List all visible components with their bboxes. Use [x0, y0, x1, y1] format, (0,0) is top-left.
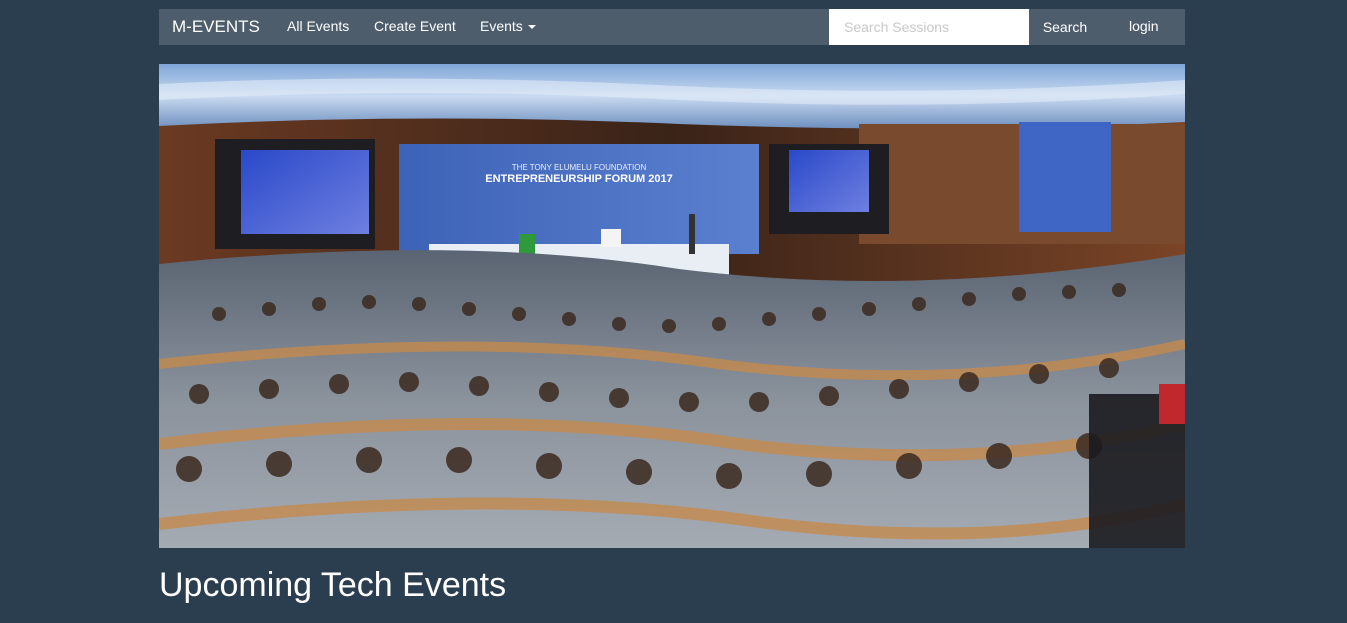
nav-create-event[interactable]: Create Event [374, 9, 456, 45]
brand-logo[interactable]: M-EVENTS [172, 9, 260, 45]
nav-events-label: Events [480, 18, 523, 34]
search-input[interactable] [829, 9, 1029, 45]
banner-title: ENTREPRENEURSHIP FORUM 2017 [485, 173, 672, 185]
login-link[interactable]: login [1129, 9, 1159, 45]
nav-all-events[interactable]: All Events [287, 9, 349, 45]
caret-down-icon [527, 25, 536, 30]
banner-subtitle: THE TONY ELUMELU FOUNDATION [512, 163, 647, 172]
search-button[interactable]: Search [1029, 9, 1101, 45]
page-title: Upcoming Tech Events [159, 566, 507, 604]
nav-events-dropdown[interactable]: Events [480, 9, 536, 45]
hero-image: THE TONY ELUMELU FOUNDATION ENTREPRENEUR… [159, 64, 1185, 548]
top-navbar: M-EVENTS All Events Create Event Events … [159, 9, 1185, 45]
